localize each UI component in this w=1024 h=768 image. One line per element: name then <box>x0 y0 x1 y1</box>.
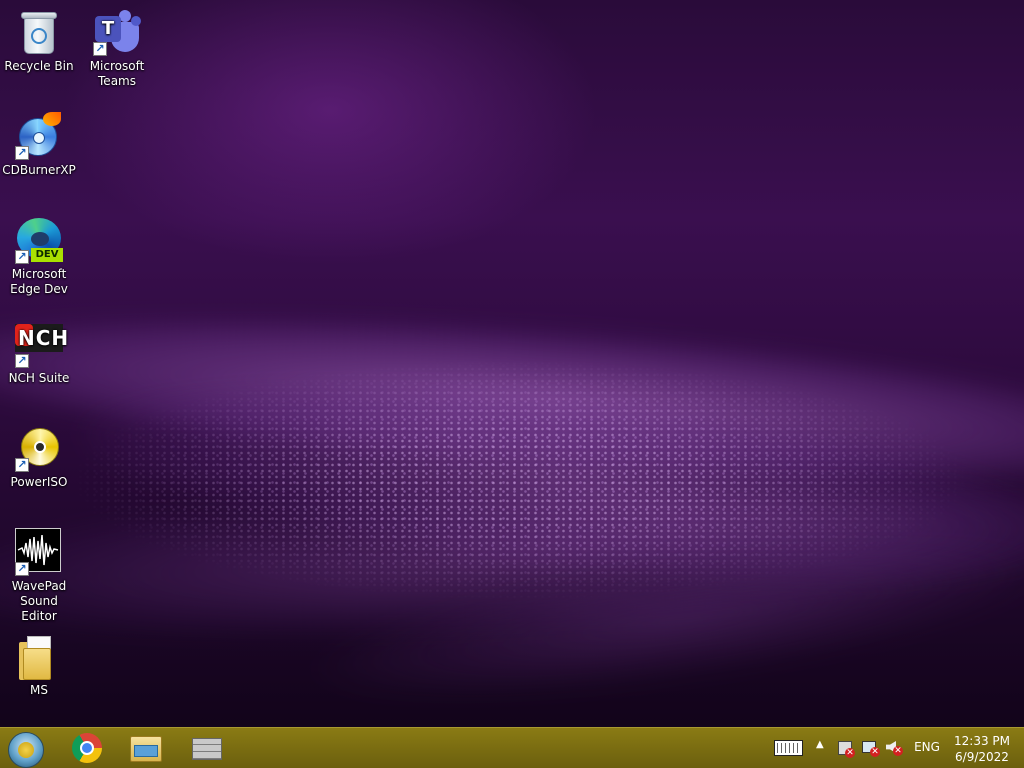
desktop-icon-nch-suite[interactable]: NCH ↗ NCH Suite <box>1 320 77 386</box>
desktop-icon-label: MS <box>30 683 48 697</box>
desktop-icon-label: Microsoft Teams <box>89 59 145 88</box>
desktop-icon-label: Recycle Bin <box>4 59 74 73</box>
network-disconnected-icon[interactable] <box>862 741 880 757</box>
desktop-icon-recycle-bin[interactable]: Recycle Bin <box>1 8 77 74</box>
desktop-icon-label: NCH Suite <box>8 371 70 385</box>
folder-icon <box>15 632 63 680</box>
desktop-icon-ms-folder[interactable]: MS <box>1 632 77 698</box>
start-orb-icon <box>8 732 44 768</box>
shortcut-arrow-icon: ↗ <box>15 562 29 576</box>
desktop-icon-label: Microsoft Edge Dev <box>10 267 68 296</box>
cdburnerxp-icon: ↗ <box>15 112 63 160</box>
touch-keyboard-icon[interactable] <box>774 740 803 756</box>
shortcut-arrow-icon: ↗ <box>15 458 29 472</box>
wallpaper-particles <box>0 330 1024 650</box>
shortcut-arrow-icon: ↗ <box>15 250 29 264</box>
desktop-icon-label: PowerISO <box>10 475 68 489</box>
desktop-icon-wavepad-sound-editor[interactable]: ↗ WavePad Sound Editor <box>1 528 77 624</box>
desktop-icon-microsoft-teams[interactable]: T ↗ Microsoft Teams <box>79 8 155 89</box>
start-button[interactable] <box>0 730 52 768</box>
edge-dev-icon: DEV ↗ <box>15 216 63 264</box>
taskbar-firewall-button[interactable] <box>180 730 232 766</box>
taskbar-chrome-button[interactable] <box>60 730 112 766</box>
poweriso-icon: ↗ <box>15 424 63 472</box>
desktop-icon-label: WavePad Sound Editor <box>11 579 67 623</box>
taskbar-file-explorer-button[interactable] <box>120 730 172 766</box>
desktop-icon-cdburnerxp[interactable]: ↗ CDBurnerXP <box>1 112 77 178</box>
recycle-bin-icon <box>15 8 63 56</box>
input-language-indicator[interactable]: ENG <box>912 740 942 754</box>
chrome-icon <box>72 733 102 763</box>
show-hidden-icons-chevron-icon[interactable]: ▲ <box>816 739 824 750</box>
shortcut-arrow-icon: ↗ <box>15 146 29 160</box>
nch-suite-icon: NCH ↗ <box>15 320 68 368</box>
shortcut-arrow-icon: ↗ <box>15 354 29 368</box>
volume-muted-badge-icon: ✕ <box>893 746 903 756</box>
desktop-icon-microsoft-edge-dev[interactable]: DEV ↗ Microsoft Edge Dev <box>1 216 77 297</box>
system-clock[interactable]: 12:33 PM 6/9/2022 <box>950 733 1014 765</box>
firewall-icon <box>192 738 222 760</box>
desktop-background: Recycle Bin T ↗ Microsoft Teams ↗ CDBurn… <box>0 0 1024 727</box>
desktop-icon-label: CDBurnerXP <box>2 163 76 177</box>
shortcut-arrow-icon: ↗ <box>93 42 107 56</box>
microsoft-teams-icon: T ↗ <box>93 8 141 56</box>
clock-time: 12:33 PM <box>954 734 1010 748</box>
desktop-icon-poweriso[interactable]: ↗ PowerISO <box>1 424 77 490</box>
wavepad-icon: ↗ <box>15 528 63 576</box>
clock-date: 6/9/2022 <box>955 750 1009 764</box>
file-explorer-icon <box>130 736 162 762</box>
action-center-alert-icon[interactable] <box>838 741 855 758</box>
taskbar: ▲ ✕ ENG 12:33 PM 6/9/2022 <box>0 727 1024 768</box>
